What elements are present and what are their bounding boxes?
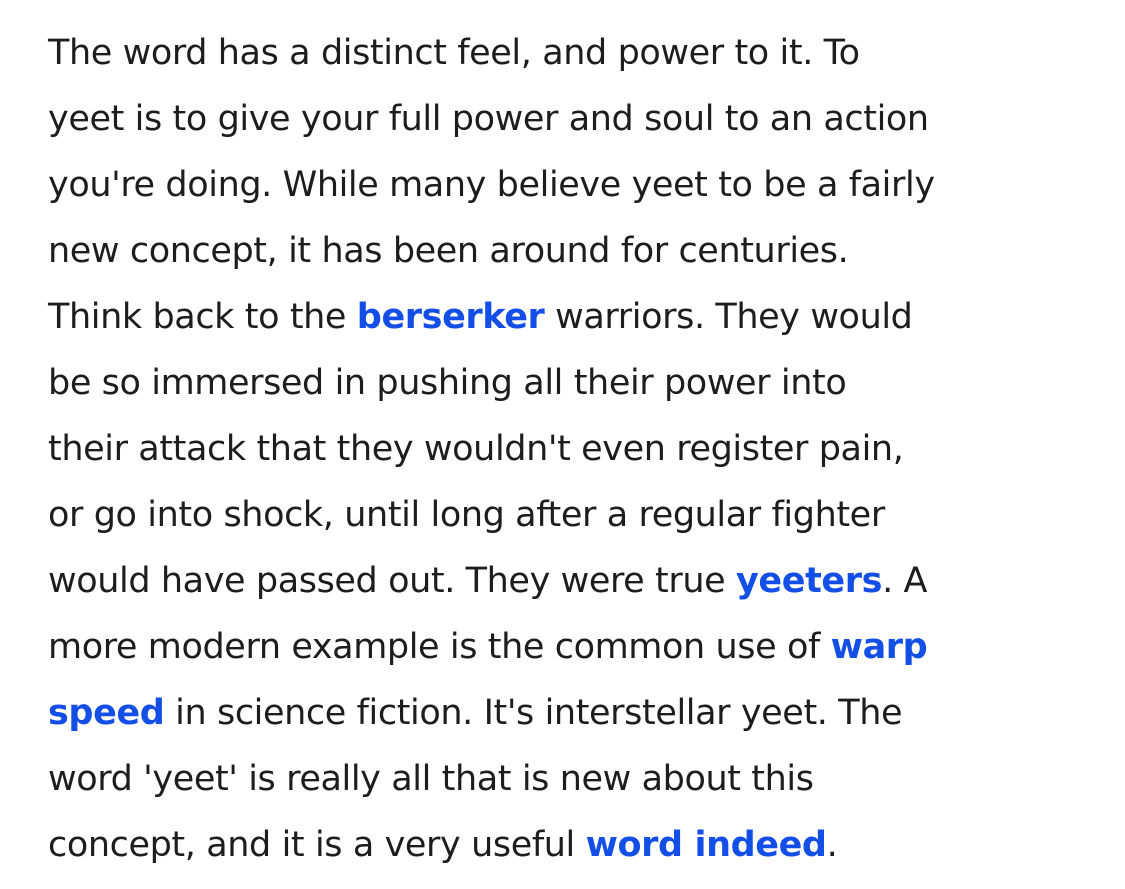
definition-line: yeet is to give your full power and soul… [48,99,929,139]
line-text: in science fiction. It's interstellar ye… [164,693,903,733]
line-text: Think back to the [48,297,357,337]
definition-line: speed in science fiction. It's interstel… [48,680,1108,746]
definition-line: word 'yeet' is really all that is new ab… [48,759,814,799]
definition-line: concept, and it is a very useful word in… [48,812,1108,878]
line-text: . A [882,561,928,601]
line-text: would have passed out. They were true [48,561,736,601]
yeeters-link[interactable]: yeeters [736,561,882,601]
berserker-link[interactable]: berserker [357,297,545,337]
definition-body: The word has a distinct feel, and power … [48,20,1108,878]
word-indeed-link[interactable]: word indeed [586,825,827,865]
definition-line: more modern example is the common use of… [48,614,1108,680]
warp-speed-link[interactable]: warp [831,627,928,667]
definition-line: would have passed out. They were true ye… [48,548,1108,614]
definition-line: or go into shock, until long after a reg… [48,495,885,535]
definition-line: be so immersed in pushing all their powe… [48,363,847,403]
definition-line: Think back to the berserker warriors. Th… [48,284,1108,350]
line-text: more modern example is the common use of [48,627,831,667]
line-text: . [826,825,838,865]
line-text: warriors. They would [544,297,913,337]
warp-speed-link[interactable]: speed [48,693,165,733]
definition-line: their attack that they wouldn't even reg… [48,429,904,469]
line-text: concept, and it is a very useful [48,825,586,865]
definition-line: you're doing. While many believe yeet to… [48,165,935,205]
definition-line: The word has a distinct feel, and power … [48,33,860,73]
definition-line: new concept, it has been around for cent… [48,231,849,271]
